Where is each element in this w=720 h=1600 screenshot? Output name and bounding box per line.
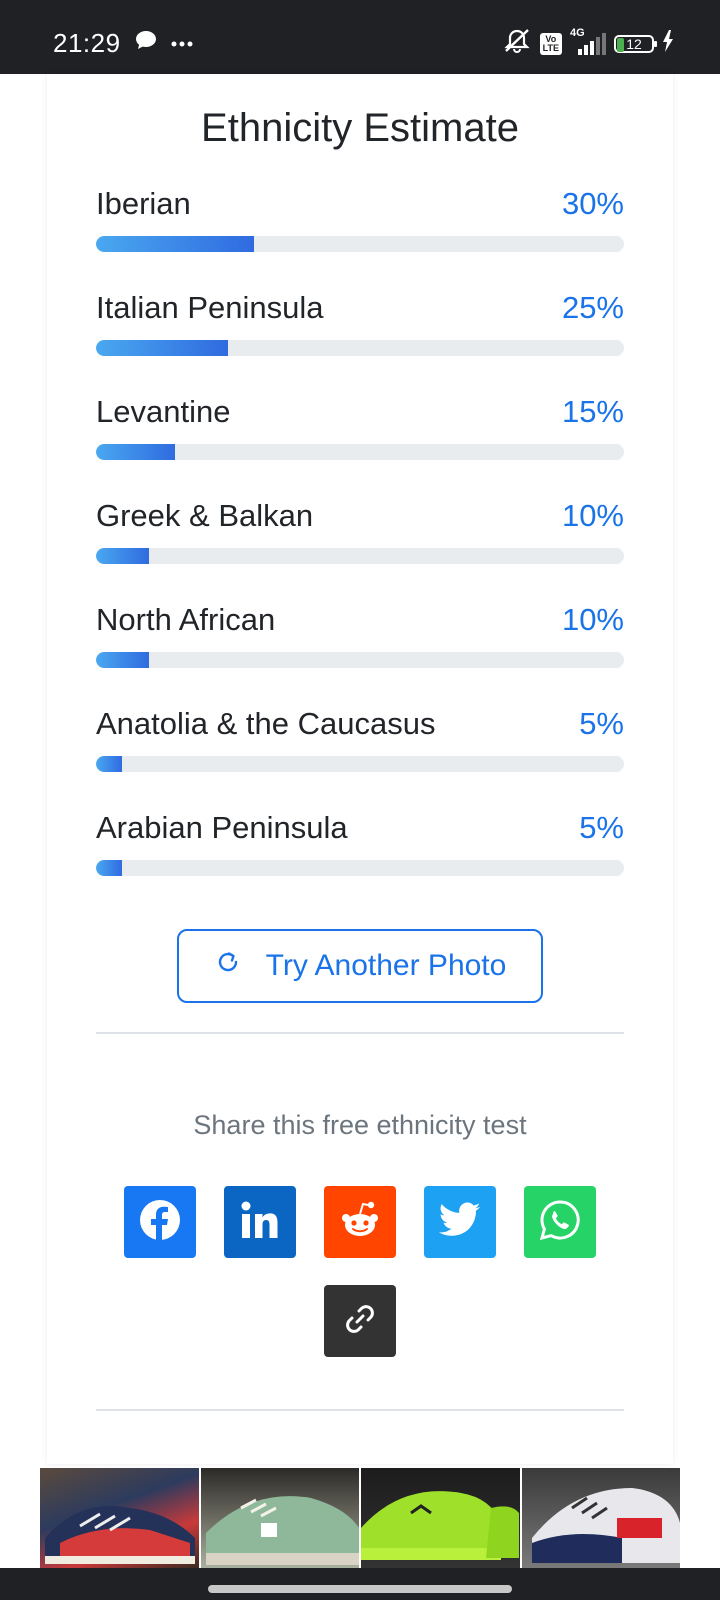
home-gesture-handle[interactable]	[208, 1585, 512, 1593]
network-type: 4G	[570, 26, 585, 39]
result-row: Levantine 15%	[96, 394, 624, 498]
progress-fill	[96, 548, 149, 564]
share-heading: Share this free ethnicity test	[193, 1110, 527, 1140]
result-label: North African	[96, 602, 276, 637]
progress-track	[96, 652, 624, 668]
sneaker-ad-image[interactable]	[521, 1468, 680, 1568]
progress-fill	[96, 860, 123, 876]
result-row: Italian Peninsula 25%	[96, 290, 624, 394]
try-another-photo-label: Try Another Photo	[265, 949, 507, 982]
share-linkedin-button[interactable]	[224, 1186, 296, 1258]
progress-fill	[96, 756, 123, 772]
share-twitter-button[interactable]	[424, 1186, 496, 1258]
result-label: Iberian	[96, 186, 191, 221]
link-icon	[340, 1299, 380, 1344]
status-bar: 21:29 Vo LTE 4G 12	[0, 0, 720, 74]
signal-icon: 4G	[570, 27, 606, 55]
result-row: Iberian 30%	[96, 186, 624, 290]
results-list: Iberian 30% Italian Peninsula 25% Levant…	[96, 186, 624, 914]
page-title: Ethnicity Estimate	[201, 106, 519, 150]
result-row: Arabian Peninsula 5%	[96, 810, 624, 914]
result-row: Anatolia & the Caucasus 5%	[96, 706, 624, 810]
charging-icon	[662, 30, 674, 57]
result-percent: 30%	[561, 186, 624, 221]
progress-track	[96, 444, 624, 460]
sneaker-ad-image[interactable]	[40, 1468, 199, 1568]
divider	[96, 1032, 624, 1034]
progress-track	[96, 756, 624, 772]
ad-banner[interactable]	[40, 1468, 680, 1568]
result-percent: 15%	[561, 394, 624, 429]
result-percent: 25%	[561, 290, 624, 325]
result-percent: 10%	[561, 602, 624, 637]
share-reddit-button[interactable]	[324, 1186, 396, 1258]
sneaker-ad-image[interactable]	[200, 1468, 359, 1568]
share-buttons-row-2	[47, 1285, 673, 1357]
copy-link-button[interactable]	[324, 1285, 396, 1357]
linkedin-icon	[239, 1199, 281, 1246]
result-label: Arabian Peninsula	[96, 810, 348, 845]
result-row: North African 10%	[96, 602, 624, 706]
result-row: Greek & Balkan 10%	[96, 498, 624, 602]
status-left-icons	[135, 30, 193, 55]
share-whatsapp-button[interactable]	[524, 1186, 596, 1258]
whatsapp-icon	[539, 1199, 581, 1246]
chat-bubble-icon	[135, 30, 157, 55]
reddit-icon	[338, 1200, 382, 1245]
status-time: 21:29	[53, 28, 121, 58]
divider	[96, 1409, 624, 1411]
more-dots-icon	[171, 34, 193, 52]
progress-fill	[96, 652, 149, 668]
progress-fill	[96, 236, 255, 252]
result-percent: 5%	[579, 810, 624, 845]
results-card: Ethnicity Estimate Iberian 30% Italian P…	[47, 74, 673, 1464]
progress-track	[96, 548, 624, 564]
result-percent: 10%	[561, 498, 624, 533]
mute-icon	[502, 28, 532, 59]
progress-track	[96, 236, 624, 252]
twitter-icon	[438, 1202, 481, 1243]
result-label: Italian Peninsula	[96, 290, 324, 325]
battery-level: 12	[626, 35, 642, 52]
share-facebook-button[interactable]	[124, 1186, 196, 1258]
sneaker-ad-image[interactable]	[361, 1468, 520, 1568]
result-label: Greek & Balkan	[96, 498, 314, 533]
progress-fill	[96, 340, 228, 356]
refresh-icon	[214, 948, 242, 984]
progress-track	[96, 340, 624, 356]
progress-track	[96, 860, 624, 876]
navigation-bar	[0, 1568, 720, 1600]
battery-icon: 12	[614, 34, 657, 53]
result-percent: 5%	[579, 706, 624, 741]
volte-icon: Vo LTE	[539, 32, 562, 55]
result-label: Anatolia & the Caucasus	[96, 706, 436, 741]
facebook-icon	[139, 1199, 181, 1246]
result-label: Levantine	[96, 394, 231, 429]
progress-fill	[96, 444, 176, 460]
status-right-icons: Vo LTE 4G 12	[502, 27, 674, 59]
share-buttons-row	[47, 1186, 673, 1258]
try-another-photo-button[interactable]: Try Another Photo	[177, 929, 543, 1003]
